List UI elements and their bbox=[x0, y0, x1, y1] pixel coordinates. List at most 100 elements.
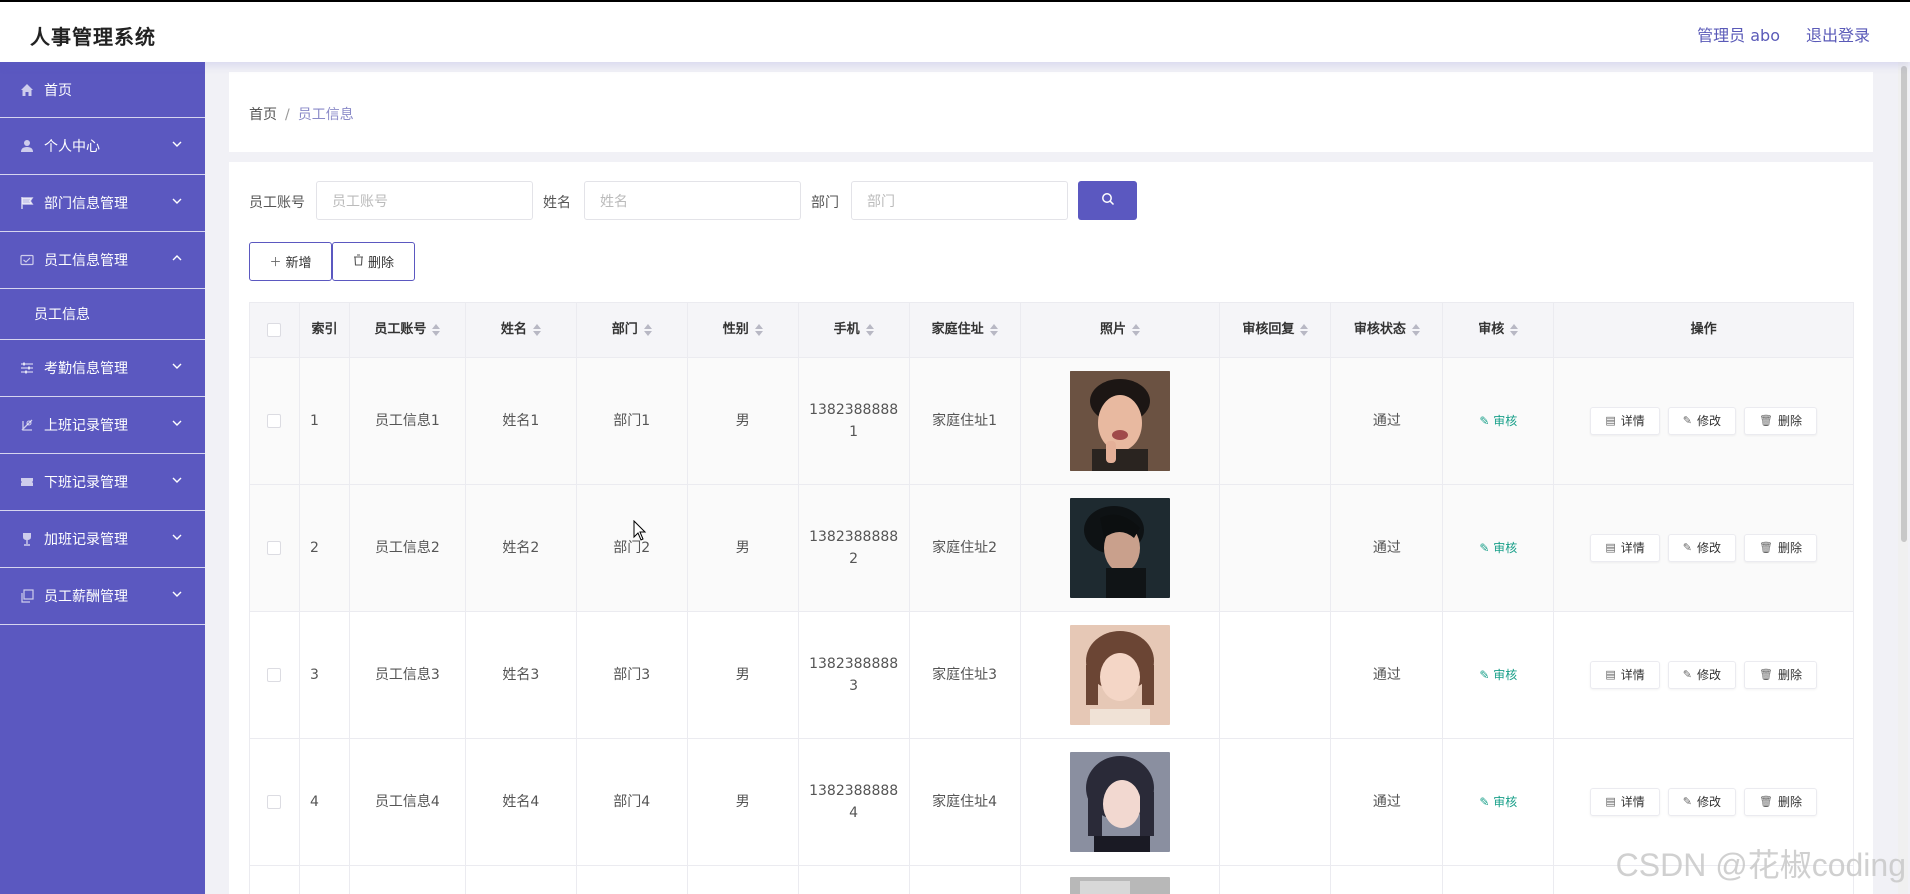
employee-photo[interactable] bbox=[1069, 752, 1170, 852]
header-label: 审核状态 bbox=[1353, 322, 1406, 337]
row-checkbox[interactable] bbox=[267, 541, 282, 555]
sort-icon[interactable] bbox=[643, 324, 652, 336]
gender-cell: 男 bbox=[688, 485, 799, 611]
employee-photo[interactable] bbox=[1069, 625, 1170, 725]
document-icon: ▤ bbox=[1605, 541, 1616, 554]
address-cell: 家庭住址2 bbox=[910, 485, 1021, 611]
account-search-label: 员工账号 bbox=[249, 195, 305, 211]
edit-icon: ✎ bbox=[1682, 414, 1692, 427]
sidebar-item-personal[interactable]: 个人中心 bbox=[0, 118, 205, 175]
sort-icon[interactable] bbox=[1510, 324, 1519, 336]
edit-icon: ✎ bbox=[1682, 541, 1692, 554]
add-button[interactable]: ＋新增 bbox=[249, 242, 332, 281]
search-button[interactable] bbox=[1078, 181, 1137, 220]
photo-cell bbox=[1021, 485, 1221, 611]
sort-icon[interactable] bbox=[532, 324, 541, 336]
row-delete-button[interactable]: 🗑 删除 bbox=[1743, 661, 1817, 689]
detail-button[interactable]: ▤ 详情 bbox=[1590, 407, 1660, 435]
row-delete-button[interactable]: 🗑 删除 bbox=[1743, 534, 1817, 562]
empty-cell bbox=[688, 866, 799, 894]
sliders-icon bbox=[18, 359, 36, 377]
sidebar-item-clock-in[interactable]: 上班记录管理 bbox=[0, 397, 205, 454]
actions-cell: ▤ 详情 ✎ 修改 🗑 删除 bbox=[1554, 612, 1855, 738]
sort-icon[interactable] bbox=[1300, 324, 1309, 336]
sort-icon[interactable] bbox=[989, 324, 998, 336]
phone-cell: 1382388888 3 bbox=[799, 612, 910, 738]
account-search-input[interactable]: 员工账号 bbox=[316, 181, 533, 220]
table-row: 3 员工信息3 姓名3 部门3 男 1382388888 3 家庭住址3 通过 ✎… bbox=[250, 612, 1855, 739]
name-search-input[interactable]: 姓名 bbox=[584, 181, 801, 220]
detail-button[interactable]: ▤ 详情 bbox=[1590, 534, 1660, 562]
header-audit[interactable]: 审核 bbox=[1443, 303, 1555, 357]
header-dept[interactable]: 部门 bbox=[577, 303, 688, 357]
sort-icon[interactable] bbox=[432, 324, 441, 336]
trash-icon: 🗑 bbox=[1758, 414, 1773, 427]
home-icon bbox=[18, 81, 36, 99]
header-gender[interactable]: 性别 bbox=[688, 303, 799, 357]
edit-button[interactable]: ✎ 修改 bbox=[1667, 661, 1736, 689]
sidebar-subitem-employee-info[interactable]: 员工信息 bbox=[0, 289, 205, 340]
logout-link[interactable]: 退出登录 bbox=[1806, 22, 1870, 46]
admin-label[interactable]: 管理员 abo bbox=[1697, 22, 1780, 46]
delete-button[interactable]: 删除 bbox=[332, 242, 415, 281]
select-all-checkbox[interactable] bbox=[267, 323, 282, 337]
audit-link[interactable]: ✎ 审核 bbox=[1479, 537, 1517, 559]
header-label: 操作 bbox=[1690, 322, 1717, 337]
page-scrollbar-thumb[interactable] bbox=[1901, 66, 1907, 542]
header-address[interactable]: 家庭住址 bbox=[910, 303, 1021, 357]
detail-button-label: 详情 bbox=[1620, 668, 1645, 682]
row-checkbox[interactable] bbox=[267, 668, 282, 682]
search-icon bbox=[1101, 192, 1115, 210]
sort-icon[interactable] bbox=[865, 324, 874, 336]
name-cell: 姓名2 bbox=[466, 485, 577, 611]
header-reply[interactable]: 审核回复 bbox=[1220, 303, 1332, 357]
row-checkbox[interactable] bbox=[267, 795, 282, 809]
reply-cell bbox=[1220, 612, 1332, 738]
dept-search-input[interactable]: 部门 bbox=[851, 181, 1068, 220]
sidebar-item-dept[interactable]: 部门信息管理 bbox=[0, 175, 205, 232]
detail-button[interactable]: ▤ 详情 bbox=[1590, 788, 1660, 816]
breadcrumb-home[interactable]: 首页 bbox=[249, 107, 277, 123]
edit-button[interactable]: ✎ 修改 bbox=[1667, 534, 1736, 562]
edit-button-label: 修改 bbox=[1696, 541, 1721, 555]
sort-icon[interactable] bbox=[1411, 324, 1420, 336]
sidebar-item-home[interactable]: 首页 bbox=[0, 62, 205, 118]
index-cell: 1 bbox=[300, 358, 350, 484]
row-delete-button[interactable]: 🗑 删除 bbox=[1743, 788, 1817, 816]
header-label: 员工账号 bbox=[374, 322, 427, 337]
sidebar-item-label: 个人中心 bbox=[44, 139, 100, 155]
photo-cell bbox=[1021, 612, 1221, 738]
trash-icon: 🗑 bbox=[1758, 795, 1773, 808]
sidebar-item-attendance[interactable]: 考勤信息管理 bbox=[0, 340, 205, 397]
sidebar-item-clock-out[interactable]: 下班记录管理 bbox=[0, 454, 205, 511]
detail-button[interactable]: ▤ 详情 bbox=[1590, 661, 1660, 689]
header-account[interactable]: 员工账号 bbox=[350, 303, 466, 357]
edit-pen-icon: ✎ bbox=[1479, 795, 1494, 809]
empty-cell bbox=[1331, 866, 1444, 894]
header-photo[interactable]: 照片 bbox=[1021, 303, 1221, 357]
edit-button[interactable]: ✎ 修改 bbox=[1667, 407, 1736, 435]
audit-link[interactable]: ✎ 审核 bbox=[1479, 410, 1517, 432]
sort-icon[interactable] bbox=[1131, 324, 1140, 336]
header-label: 家庭住址 bbox=[931, 322, 984, 337]
audit-cell: ✎ 审核 bbox=[1443, 485, 1555, 611]
goblet-icon bbox=[18, 530, 36, 548]
breadcrumb-current: 员工信息 bbox=[297, 107, 354, 123]
audit-link[interactable]: ✎ 审核 bbox=[1479, 664, 1517, 686]
sidebar-item-overtime[interactable]: 加班记录管理 bbox=[0, 511, 205, 568]
employee-photo[interactable] bbox=[1069, 498, 1170, 598]
row-delete-button[interactable]: 🗑 删除 bbox=[1743, 407, 1817, 435]
sidebar-item-salary[interactable]: 员工薪酬管理 bbox=[0, 568, 205, 625]
row-checkbox[interactable] bbox=[267, 414, 282, 428]
row-select-cell bbox=[250, 358, 300, 484]
sidebar-item-employee[interactable]: 员工信息管理 bbox=[0, 232, 205, 289]
header-name[interactable]: 姓名 bbox=[466, 303, 577, 357]
employee-photo[interactable] bbox=[1069, 877, 1170, 894]
sort-icon[interactable] bbox=[754, 324, 763, 336]
audit-link[interactable]: ✎ 审核 bbox=[1479, 791, 1517, 813]
header-phone[interactable]: 手机 bbox=[799, 303, 910, 357]
edit-button[interactable]: ✎ 修改 bbox=[1667, 788, 1736, 816]
header-status[interactable]: 审核状态 bbox=[1331, 303, 1444, 357]
name-search-label: 姓名 bbox=[543, 195, 571, 211]
employee-photo[interactable] bbox=[1069, 371, 1170, 471]
